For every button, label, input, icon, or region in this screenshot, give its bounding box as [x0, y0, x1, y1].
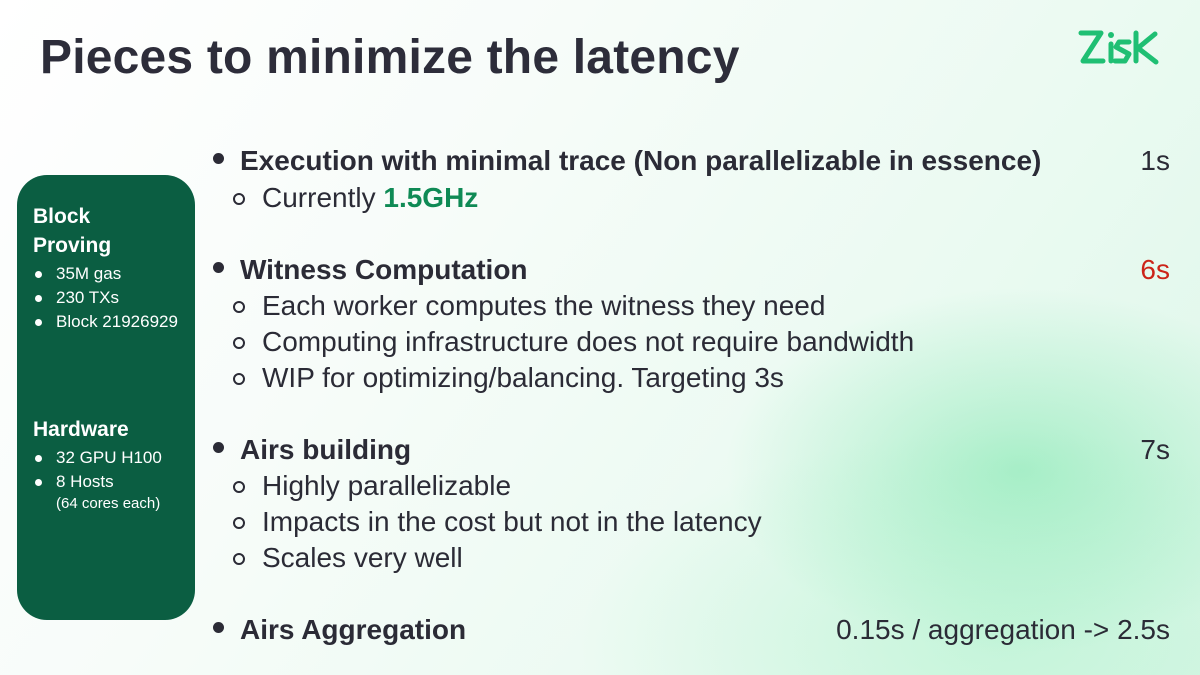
- sub-item-text: Highly parallelizable: [262, 470, 512, 501]
- block-proving-heading: Block Proving: [33, 205, 112, 257]
- list-item: 230 TXs: [33, 286, 196, 310]
- clock-speed-value: 1.5GHz: [383, 182, 479, 213]
- piece-label: Witness Computation: [240, 254, 528, 285]
- bullet-icon: [213, 262, 224, 273]
- hardware-note: (64 cores each): [56, 495, 161, 512]
- list-item: Block 21926929: [33, 310, 196, 334]
- hardware-list: 32 GPU H100 8 Hosts: [33, 446, 196, 494]
- circle-bullet-icon: [233, 193, 245, 205]
- block-info-panel: Block Proving 35M gas 230 TXs Block 2192…: [17, 175, 195, 620]
- piece-time: 6s: [1140, 254, 1170, 285]
- hardware-heading: Hardware: [33, 418, 129, 441]
- circle-bullet-icon: [233, 301, 245, 313]
- list-item: 8 Hosts: [33, 470, 196, 494]
- piece-witness-computation: Witness Computation 6s: [213, 252, 1170, 288]
- list-item: 35M gas: [33, 262, 196, 286]
- block-proving-list: 35M gas 230 TXs Block 21926929: [33, 262, 196, 334]
- circle-bullet-icon: [233, 517, 245, 529]
- sub-item-text: Scales very well: [262, 542, 463, 573]
- piece-label: Execution with minimal trace (Non parall…: [240, 145, 1042, 176]
- piece-time: 1s: [1140, 145, 1170, 176]
- bullet-icon: [213, 442, 224, 453]
- zisk-logo: [1078, 30, 1159, 65]
- block-proving-section: Block Proving 35M gas 230 TXs Block 2192…: [33, 202, 196, 334]
- piece-airs-aggregation: Airs Aggregation 0.15s / aggregation -> …: [213, 612, 1170, 648]
- circle-bullet-icon: [233, 481, 245, 493]
- piece-label: Airs building: [240, 434, 412, 465]
- page-title: Pieces to minimize the latency: [40, 31, 740, 84]
- piece-airs-building: Airs building 7s: [213, 432, 1170, 468]
- hardware-section: Hardware 32 GPU H100 8 Hosts (64 cores e…: [33, 415, 196, 514]
- list-item: 32 GPU H100: [33, 446, 196, 470]
- circle-bullet-icon: [233, 337, 245, 349]
- piece-time: 0.15s / aggregation -> 2.5s: [836, 614, 1170, 645]
- circle-bullet-icon: [233, 373, 245, 385]
- circle-bullet-icon: [233, 553, 245, 565]
- bullet-icon: [213, 153, 224, 164]
- sub-item-text: Computing infrastructure does not requir…: [262, 326, 915, 357]
- piece-execution: Execution with minimal trace (Non parall…: [213, 143, 1170, 179]
- sub-item-text: Each worker computes the witness they ne…: [262, 290, 826, 321]
- piece-time: 7s: [1140, 434, 1170, 465]
- piece-label: Airs Aggregation: [240, 614, 467, 645]
- bullet-icon: [213, 622, 224, 633]
- sub-item-text: Impacts in the cost but not in the laten…: [262, 506, 762, 537]
- sub-item-prefix: Currently: [262, 182, 384, 213]
- sub-item-text: WIP for optimizing/balancing. Targeting …: [262, 362, 784, 393]
